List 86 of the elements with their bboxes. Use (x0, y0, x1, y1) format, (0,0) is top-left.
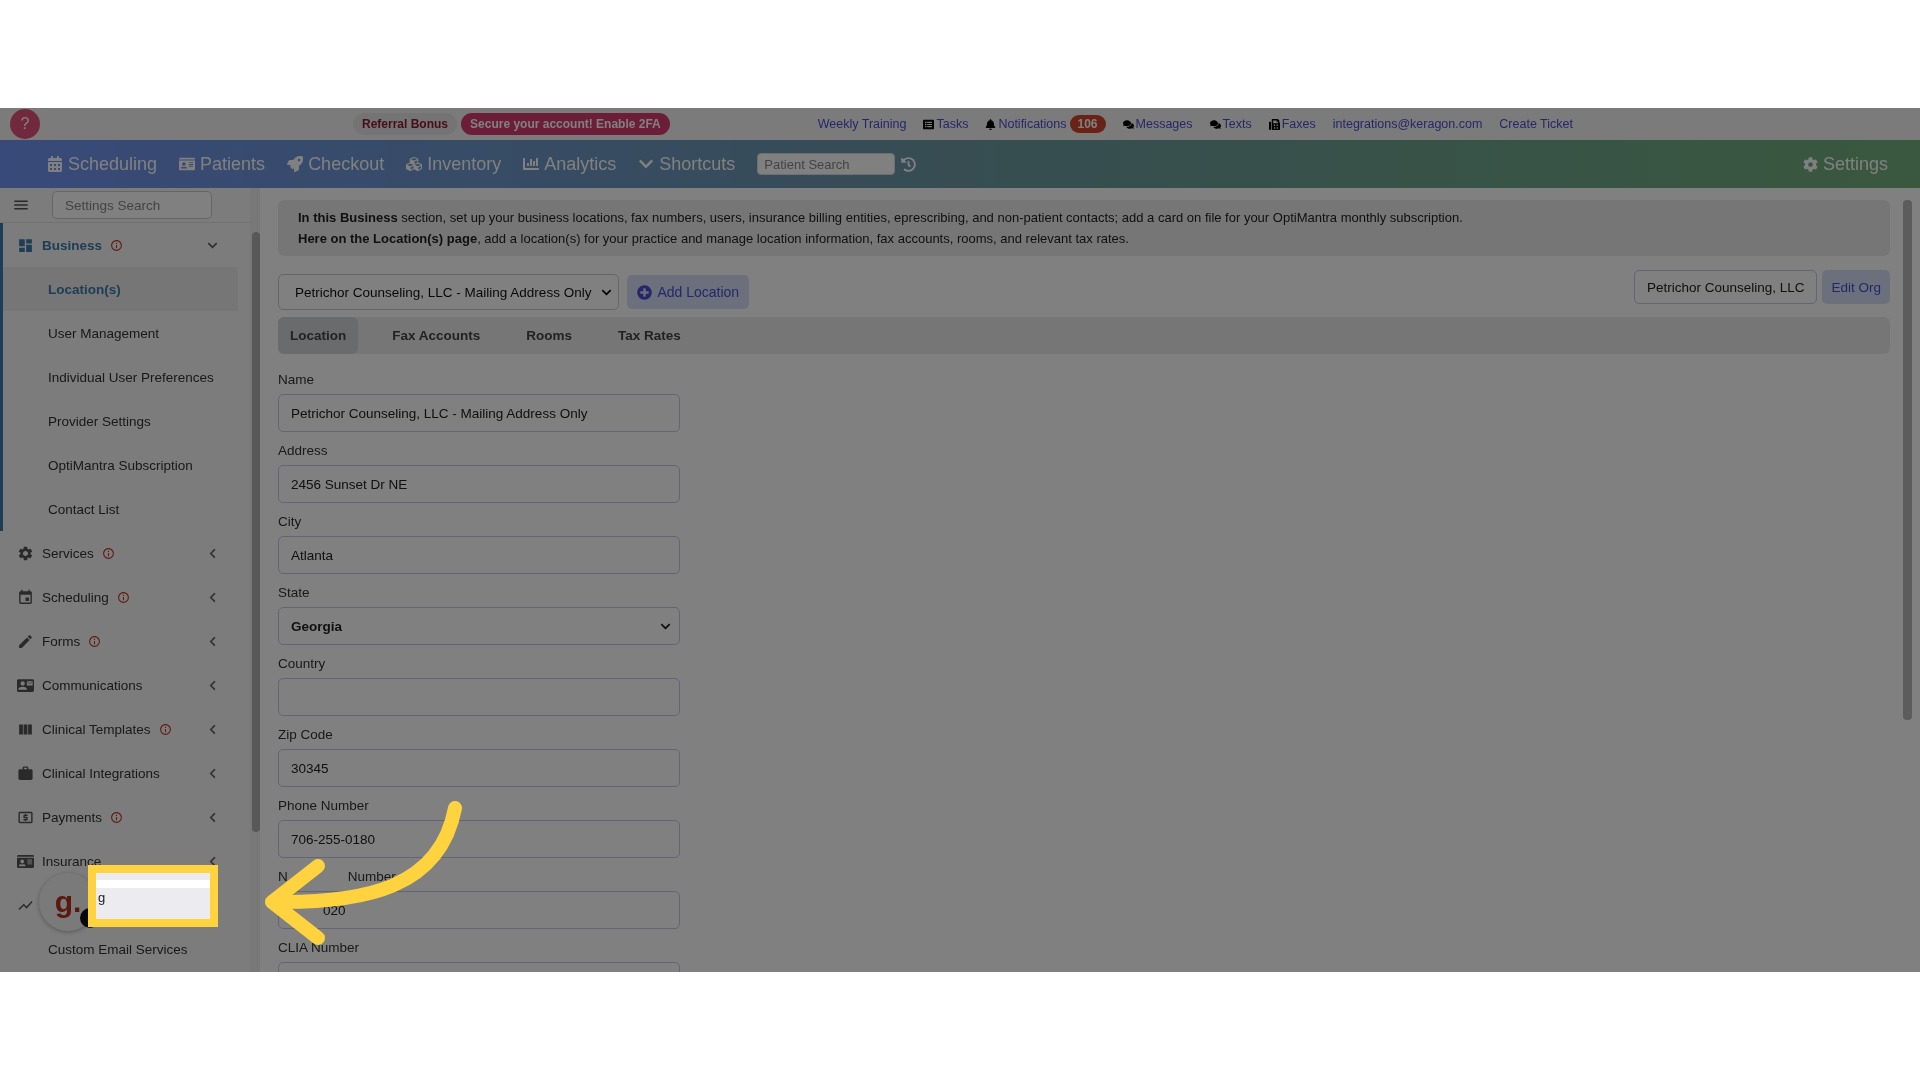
field-label: Phone Number (278, 798, 370, 815)
field-label: State (278, 585, 311, 602)
field-label: Name (278, 372, 315, 389)
id-card-icon (17, 852, 34, 870)
settings-icon (17, 544, 34, 562)
bell-icon (985, 118, 997, 130)
top-link[interactable]: Create Ticket (1499, 117, 1573, 131)
settings-link[interactable]: Settings (1802, 153, 1888, 175)
chat-icon (1122, 118, 1134, 130)
referral-bonus-button[interactable]: Referral Bonus (353, 113, 458, 135)
top-link[interactable]: Weekly Training (817, 117, 907, 131)
field-label: City (278, 514, 303, 531)
top-link[interactable]: Faxes (1281, 117, 1316, 131)
calendar-icon (17, 588, 34, 606)
nav-item[interactable]: Analytics (523, 153, 617, 175)
field-label: Zip Code (278, 727, 334, 744)
nav-item[interactable]: Scheduling (47, 153, 158, 175)
patient-search-field[interactable]: Patient Search (757, 153, 896, 175)
chat-icon (1209, 118, 1221, 130)
history-icon[interactable] (901, 156, 917, 172)
dashboard-icon (17, 236, 34, 254)
nav-item[interactable]: Checkout (287, 153, 385, 175)
sidebar-item[interactable]: Provider Settings (0, 399, 238, 443)
briefcase-icon (17, 764, 34, 782)
top-link[interactable]: integrations@keragon.com (1332, 117, 1483, 131)
input-field[interactable]: 2456 Sunset Dr NE (278, 465, 680, 503)
sidebar-section[interactable]: Clinical Integrations (42, 765, 160, 781)
sidebar-item[interactable]: Individual User Preferences (0, 355, 238, 399)
scrollbar[interactable] (1903, 200, 1912, 720)
popup-text: g (96, 879, 210, 919)
info-text: Here on the Location(s) page, add a location(s) for your practice and manage location information, fax accounts, rooms, and relevant tax rates. (298, 230, 1130, 248)
top-link[interactable]: Messages (1135, 117, 1193, 131)
scrollbar[interactable] (252, 232, 260, 832)
organization-button[interactable]: Petrichor Counseling, LLC (1633, 270, 1818, 304)
rocket-icon (287, 156, 304, 172)
sidebar-section[interactable]: Insurance (42, 853, 102, 869)
contact-card-icon (17, 676, 34, 694)
sidebar-item[interactable]: Contact List (0, 487, 238, 531)
cubes-icon (406, 156, 423, 172)
pencil-icon (17, 632, 34, 650)
tab[interactable]: Rooms (514, 317, 585, 354)
fax-icon (1268, 118, 1280, 130)
field-label: N (278, 869, 288, 886)
enable-2fa-button[interactable]: Secure your account! Enable 2FA (461, 113, 670, 135)
input-field[interactable]: Atlanta (278, 536, 680, 574)
settings-search-field[interactable]: Settings Search (52, 191, 212, 219)
bar-chart-icon (523, 156, 540, 172)
sidebar-section[interactable]: Forms (42, 633, 81, 649)
field-label: Number (347, 869, 396, 886)
nav-item[interactable]: Patients (179, 153, 266, 175)
calendar-icon (47, 156, 63, 172)
sidebar-item[interactable]: OptiMantra Subscription (0, 443, 238, 487)
state-select[interactable]: Georgia (278, 607, 680, 645)
edit-org-button[interactable]: Edit Org (1822, 270, 1890, 304)
notification-count: 106 (1069, 115, 1106, 133)
help-button[interactable]: ? (10, 109, 40, 139)
input-field[interactable] (278, 678, 680, 716)
tab[interactable]: Location (278, 317, 359, 354)
top-link[interactable]: Notifications (998, 117, 1067, 131)
settings-icon (1802, 156, 1818, 172)
add-location-button[interactable]: Add Location (627, 275, 750, 309)
input-field[interactable]: 30345 (278, 749, 680, 787)
sidebar-section[interactable]: Clinical Templates (42, 721, 151, 737)
tab[interactable]: Tax Rates (606, 317, 693, 354)
top-link[interactable]: Tasks (936, 117, 969, 131)
input-field[interactable]: 706-255-0180 (278, 820, 680, 858)
location-select[interactable]: Petrichor Counseling, LLC - Mailing Address Only (278, 274, 620, 310)
id-card-icon (179, 156, 196, 172)
tab[interactable]: Fax Accounts (380, 317, 493, 354)
nav-item[interactable]: Inventory (406, 153, 502, 175)
field-label: CLIA Number (278, 940, 361, 957)
field-label: Address (278, 443, 329, 460)
sidebar-section[interactable]: Scheduling (42, 589, 109, 605)
sidebar-item[interactable]: User Management (0, 311, 238, 355)
sidebar-section[interactable]: Services (42, 545, 94, 561)
info-text: In this Business section, set up your business locations, fax numbers, users, insurance billing entities, eprescribing, and non-patient contacts; add a card on file for your OptiMantra monthly subscription. (298, 209, 1464, 227)
chat-logo: g. (54, 885, 82, 919)
sidebar-item[interactable]: Location(s) (0, 267, 238, 311)
top-link[interactable]: Texts (1222, 117, 1252, 131)
sidebar-section[interactable]: Payments (42, 809, 103, 825)
field-label: Country (278, 656, 327, 673)
sidebar-section[interactable]: Communications (42, 677, 143, 693)
nav-item[interactable]: Shortcuts (638, 153, 736, 175)
sidebar-section[interactable]: Business (42, 237, 103, 253)
input-field[interactable]: Petrichor Counseling, LLC - Mailing Address Only (278, 394, 680, 432)
list-icon (923, 118, 935, 130)
